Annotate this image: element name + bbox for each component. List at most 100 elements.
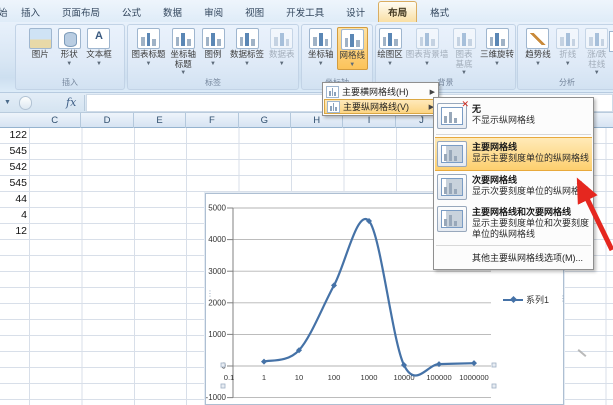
trendline-button[interactable]: 趋势线 ▼ [523, 27, 553, 68]
updown-bars-icon [585, 28, 609, 49]
dropdown-caret-icon: ▼ [593, 70, 600, 76]
button-label: 图表背景墙 [405, 49, 449, 59]
column-header-E[interactable]: E [134, 113, 187, 128]
name-box-dropdown-icon[interactable]: ▼ [4, 99, 11, 106]
gridlines-icon [340, 29, 364, 50]
legend-button[interactable]: 图例 ▼ [199, 27, 227, 68]
chart-floor-icon [452, 28, 476, 49]
button-label: 趋势线 [525, 49, 551, 59]
shapes-icon [57, 28, 81, 49]
tab-审阅[interactable]: 审阅 [195, 2, 232, 22]
tab-格式[interactable]: 格式 [421, 2, 458, 22]
axes-button[interactable]: 坐标轴 ▼ [306, 27, 336, 68]
group-label: 分析 [559, 78, 575, 87]
ribbon-group-3: 坐标轴▼网格线▼坐标轴 [301, 24, 373, 90]
button-label: 形状 [60, 49, 78, 59]
chart-legend[interactable]: 系列1 [503, 293, 549, 306]
dropdown-caret-icon: ▼ [564, 60, 571, 67]
dropdown-caret-icon: ▼ [180, 70, 187, 76]
button-label: 图例 [204, 49, 222, 59]
dropdown-caret-icon: ▼ [244, 60, 250, 67]
axis-titles-icon [171, 28, 195, 49]
submenu-item-none[interactable]: ✕ 无不显示纵网格线 [435, 99, 592, 132]
cell-value[interactable]: 12 [0, 224, 27, 240]
cell-value[interactable]: 542 [0, 160, 27, 176]
x-axis-label: 10 [295, 373, 303, 382]
chart-title-button[interactable]: 图表标题 ▼ [129, 27, 167, 68]
tab-始[interactable]: 始 [0, 2, 8, 22]
x-axis-label: 1000000 [459, 373, 489, 382]
column-header-F[interactable]: F [186, 113, 239, 128]
x-axis-label: 100000 [426, 373, 451, 382]
tab-插入[interactable]: 插入 [12, 2, 49, 22]
plot-area-button[interactable]: 绘图区 ▼ [376, 27, 404, 68]
lines-button: 折线 ▼ [554, 27, 582, 68]
x-axis-label: 0.1 [224, 373, 235, 382]
axis-selection-handle [220, 362, 226, 368]
column-header-C[interactable]: C [29, 113, 82, 128]
tab-公式[interactable]: 公式 [113, 2, 150, 22]
legend-label: 系列1 [526, 295, 550, 305]
column-header-G[interactable]: G [239, 113, 291, 128]
chart-wall-icon [415, 28, 439, 49]
shapes-button[interactable]: 形状 ▼ [55, 27, 83, 68]
ribbon-group-2: 图表标题 ▼ 坐标轴 标题 ▼ 图例 ▼ 数据标签 ▼ 数据表 ▼ 标签 [127, 24, 299, 90]
cell-value[interactable]: 545 [0, 144, 27, 160]
submenu-item-description: 不显示纵网格线 [472, 115, 536, 125]
picture-button[interactable]: 图片 [26, 27, 54, 61]
cell-value[interactable]: 545 [0, 176, 27, 192]
divider [84, 95, 85, 111]
x-axis-label: 1000 [361, 373, 378, 382]
cell-value[interactable]: 44 [0, 192, 27, 208]
button-label: 图表标题 [131, 49, 166, 59]
cell-value[interactable]: 4 [0, 208, 27, 224]
error-bars-button[interactable] [609, 31, 613, 52]
tab-页面布局[interactable]: 页面布局 [53, 2, 109, 22]
axis-titles-button[interactable]: 坐标轴 标题 ▼ [168, 27, 198, 77]
menu-item-primary-vertical-gridlines[interactable]: 主要纵网格线(V) ▶ [324, 99, 437, 114]
ribbon-tab-strip: 始插入 页面布局 公式 数据 审阅 视图 开发工具 设计 布局 格式 [0, 0, 613, 22]
insert-function-button[interactable]: fx [66, 96, 76, 109]
data-point-marker [261, 358, 267, 365]
gridlines-button[interactable]: 网格线 ▼ [336, 27, 369, 70]
chart-title-icon [136, 28, 160, 49]
button-label: 三维旋转 [480, 49, 515, 59]
major-gridlines-icon [437, 141, 467, 167]
button-label: 文本框 [86, 49, 112, 59]
submenu-item-title: 主要网格线 [472, 142, 518, 152]
legend-icon [201, 28, 225, 49]
chart-left-handle[interactable]: ⋮ [206, 290, 214, 305]
group-label: 插入 [62, 78, 78, 87]
cell-value[interactable]: 122 [0, 128, 27, 144]
button-label: 数据标签 [230, 49, 265, 59]
tab-数据[interactable]: 数据 [154, 2, 191, 22]
tab-设计[interactable]: 设计 [337, 2, 374, 22]
ribbon-group-1: 图片形状▼文本框▼插入 [15, 24, 125, 90]
column-header-D[interactable]: D [81, 113, 134, 128]
textbox-button[interactable]: 文本框▼ [84, 27, 114, 68]
dropdown-caret-icon: ▼ [96, 60, 102, 67]
ribbon-group-5: 趋势线 ▼ 折线 ▼ 涨/跌 柱线 ▼ 分析 [517, 24, 613, 90]
excel-window: 始插入页面布局公式数据审阅视图开发工具设计布局格式 图片形状▼文本框▼插入图表标… [0, 0, 613, 405]
gridlines-mini-icon [326, 85, 339, 98]
dropdown-caret-icon: ▼ [349, 61, 356, 68]
major-minor-gridlines-icon [437, 206, 467, 232]
dropdown-caret-icon: ▼ [461, 70, 467, 76]
y-axis-label: 5000 [208, 204, 226, 213]
submenu-item-title: 无 [472, 104, 482, 114]
tab-视图[interactable]: 视图 [236, 2, 273, 22]
no-gridlines-icon: ✕ [437, 99, 469, 129]
y-axis-label: 2000 [208, 298, 226, 307]
ribbon: 图片形状▼文本框▼插入图表标题▼坐标轴标题▼图例▼数据标签▼数据表▼标签坐标轴▼… [0, 22, 613, 93]
flyout-arrow-icon: ▶ [429, 88, 435, 96]
menu-item-primary-horizontal-gridlines[interactable]: 主要横网格线(H) ▶ [324, 84, 437, 99]
data-labels-button[interactable]: 数据标签 ▼ [228, 27, 266, 68]
axis-selection-handle [220, 383, 226, 389]
minor-gridlines-icon [437, 174, 467, 200]
tab-开发工具[interactable]: 开发工具 [277, 2, 333, 22]
data-table-icon [270, 28, 294, 49]
rotation-button[interactable]: 三维旋转 ▼ [479, 27, 515, 68]
tab-布局[interactable]: 布局 [378, 1, 418, 22]
button-label: 数据表 [269, 49, 295, 59]
chart-right-handle[interactable]: ⋮ [559, 295, 567, 310]
